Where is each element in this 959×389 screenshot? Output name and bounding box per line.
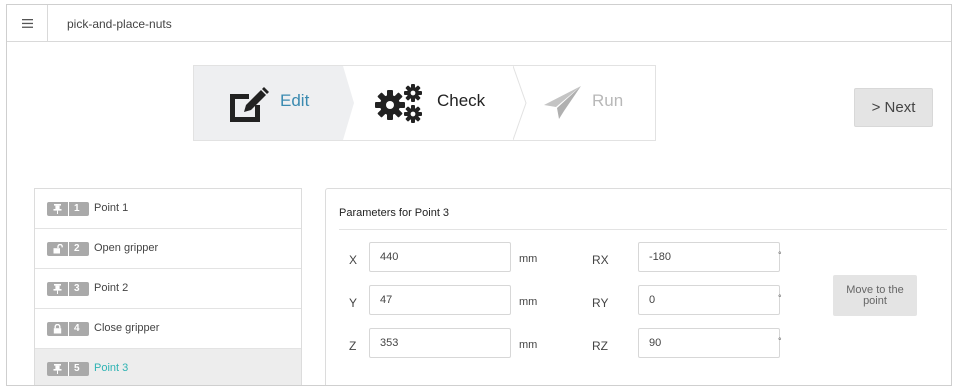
step-edit-label: Edit [280, 91, 310, 110]
move-to-point-button[interactable]: Move to the point [833, 275, 917, 316]
point-badge: 1 [47, 202, 89, 216]
rx-field[interactable] [638, 242, 780, 272]
list-item[interactable]: 5 Point 3 [35, 349, 301, 385]
program-title: pick-and-place-nuts [67, 17, 172, 31]
rz-field[interactable] [638, 328, 780, 358]
x-unit: mm [519, 253, 538, 265]
z-field[interactable] [369, 328, 511, 358]
next-button[interactable]: > Next [854, 88, 933, 127]
edit-icon [227, 85, 269, 128]
lock-icon [53, 323, 62, 337]
list-item[interactable]: 3 Point 2 [35, 269, 301, 309]
point-badge: 2 [47, 242, 89, 256]
rz-label: RZ [592, 339, 608, 353]
unlock-icon [53, 243, 63, 257]
divider [339, 229, 947, 230]
list-item-label: Point 1 [94, 202, 129, 214]
point-badge: 3 [47, 282, 89, 296]
parameters-panel: Parameters for Point 3 X mm Y mm Z mm RX… [325, 188, 951, 385]
x-label: X [349, 253, 358, 267]
step-run-label: Run [592, 91, 624, 110]
top-bar: pick-and-place-nuts [7, 5, 951, 42]
paper-plane-icon [543, 85, 583, 126]
z-label: Z [349, 339, 357, 353]
point-badge: 5 [47, 362, 89, 376]
list-item-label: Close gripper [94, 322, 160, 334]
step-run: Run [513, 66, 655, 140]
point-list: 1 Point 1 2 Open gripper 3 Point 2 4 Clo… [34, 188, 302, 385]
list-item[interactable]: 1 Point 1 [35, 189, 301, 229]
workflow-stepper: Edit Check Run [193, 65, 656, 141]
hamburger-icon [21, 19, 33, 28]
list-item[interactable]: 4 Close gripper [35, 309, 301, 349]
step-check-label: Check [437, 91, 486, 110]
x-field[interactable] [369, 242, 511, 272]
parameters-title: Parameters for Point 3 [339, 207, 450, 219]
ry-unit: ° [778, 293, 782, 303]
y-field[interactable] [369, 285, 511, 315]
ry-label: RY [592, 296, 609, 310]
rz-unit: ° [778, 336, 782, 346]
y-unit: mm [519, 296, 538, 308]
z-unit: mm [519, 339, 538, 351]
step-separator [513, 66, 527, 140]
list-item-label: Point 3 [94, 362, 129, 374]
gears-icon [373, 83, 425, 128]
list-item-label: Point 2 [94, 282, 129, 294]
app-window: pick-and-place-nuts Edit Check Run > Nex… [6, 4, 952, 386]
menu-button[interactable] [7, 5, 48, 42]
y-label: Y [349, 296, 358, 310]
pin-icon [53, 364, 62, 377]
step-check[interactable]: Check [343, 66, 527, 140]
ry-field[interactable] [638, 285, 780, 315]
point-badge: 4 [47, 322, 89, 336]
step-edit[interactable]: Edit [194, 66, 354, 140]
pin-icon [53, 204, 62, 217]
list-item[interactable]: 2 Open gripper [35, 229, 301, 269]
list-item-label: Open gripper [94, 242, 159, 254]
rx-label: RX [592, 253, 609, 267]
rx-unit: ° [778, 250, 782, 260]
pin-icon [53, 284, 62, 297]
